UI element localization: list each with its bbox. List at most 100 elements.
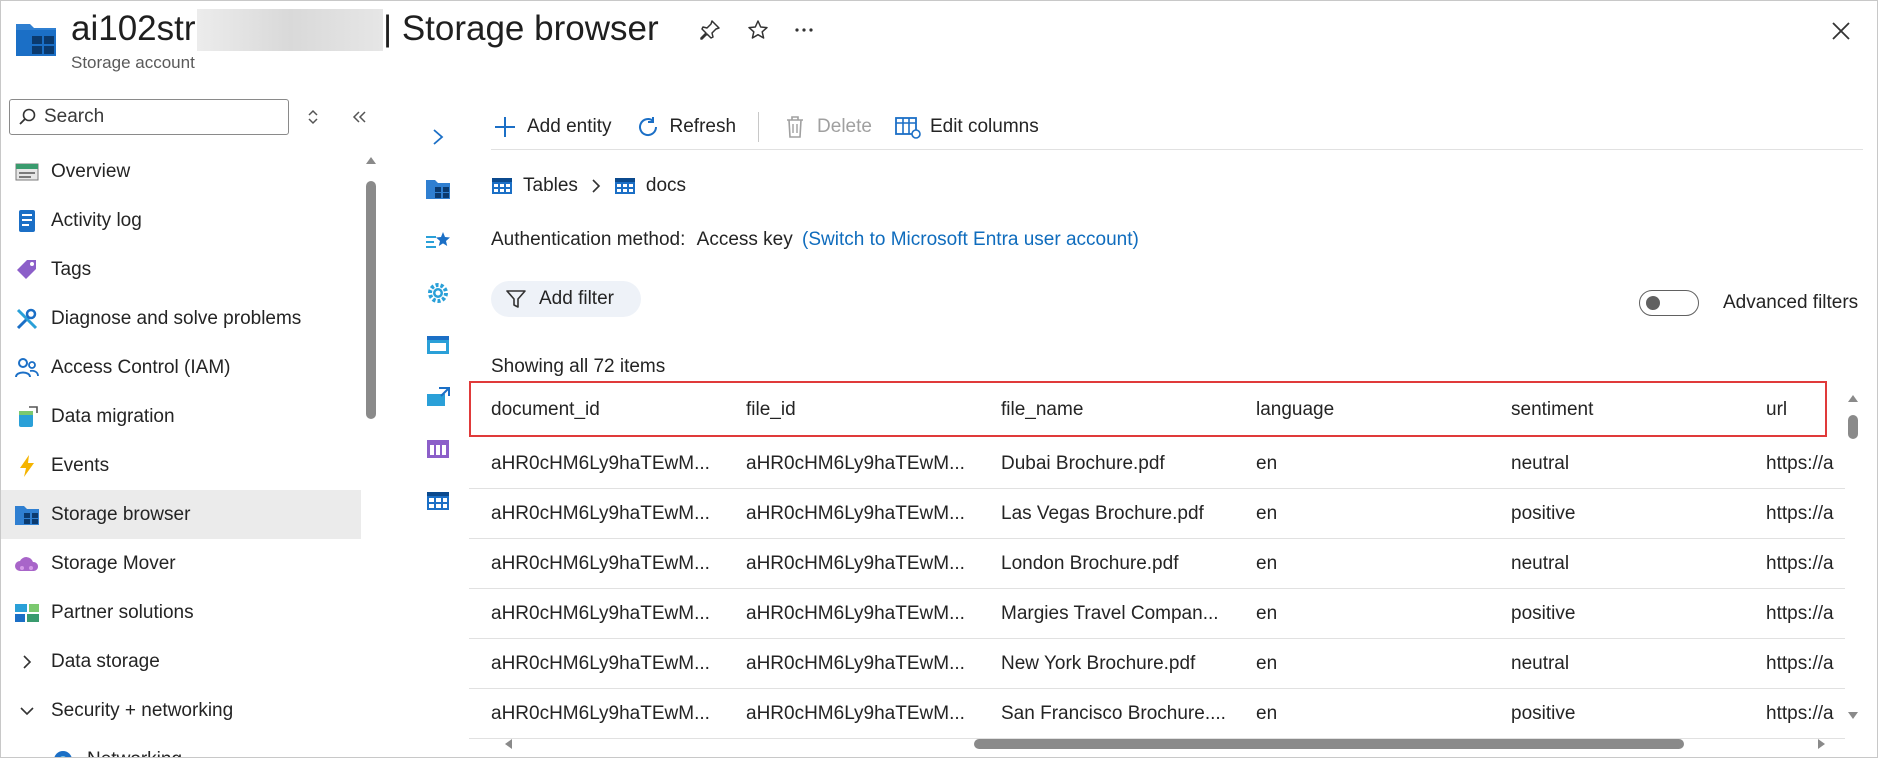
chevron-right-icon [590,177,602,195]
cloud-icon [13,551,41,577]
table-cell: https://a [1766,652,1834,674]
sidebar-group-security-networking[interactable]: Security + networking [1,686,361,735]
plus-icon [491,113,519,141]
table-cell: London Brochure.pdf [1001,552,1179,574]
collapse-sidebar-button[interactable] [345,103,373,131]
sidebar-item-storage-mover[interactable]: Storage Mover [1,539,361,588]
switch-auth-link[interactable]: (Switch to Microsoft Entra user account) [802,229,1139,250]
sidebar-item-activity-log[interactable]: Activity log [1,196,361,245]
advanced-filters-toggle[interactable] [1639,290,1699,316]
expand-tree-button[interactable] [419,111,457,163]
refresh-icon [634,113,662,141]
chevron-right-icon [433,129,444,145]
more-button[interactable] [787,13,821,47]
trash-icon [781,113,809,141]
table-horizontal-scrollbar[interactable] [499,735,1839,753]
storage-browser-window: ai102str | Storage browser Storage accou… [0,0,1878,758]
toggle-knob [1646,296,1660,310]
sidebar-scrollbar-thumb[interactable] [366,181,376,419]
blade-header: ai102str | Storage browser Storage accou… [1,1,1877,83]
sidebar-item-partner-solutions[interactable]: Partner solutions [1,588,361,637]
auth-method-value: Access key [696,229,793,250]
edit-columns-button[interactable]: Edit columns [894,113,1039,141]
networking-icon [49,747,77,757]
sidebar-item-storage-browser[interactable]: Storage browser [1,490,361,539]
table-cell: https://a [1766,702,1834,724]
table-icon [427,492,449,510]
edit-columns-icon [894,113,922,141]
table-cell: en [1256,552,1278,574]
scroll-up-arrow-icon [366,157,376,164]
sidebar-item-label: Events [51,454,110,476]
table-cell: aHR0cHM6Ly9haTEwM... [491,652,710,674]
blob-containers-tree-button[interactable] [419,319,457,371]
sort-button[interactable] [299,103,327,131]
table-horizontal-scrollbar-thumb[interactable] [974,739,1684,749]
table-cell: aHR0cHM6Ly9haTEwM... [746,502,965,524]
table-cell: neutral [1511,452,1570,474]
settings-tree-button[interactable] [419,267,457,319]
refresh-button[interactable]: Refresh [634,113,737,141]
sidebar-item-label: Partner solutions [51,601,194,623]
add-entity-label: Add entity [527,116,612,137]
sidebar-scrollbar[interactable] [363,155,379,757]
sidebar-item-overview[interactable]: Overview [1,147,361,196]
toolbar-divider [758,112,760,142]
sidebar-item-data-migration[interactable]: Data migration [1,392,361,441]
scroll-left-arrow-icon [505,739,512,749]
table-vertical-scrollbar-thumb[interactable] [1848,415,1858,439]
scroll-down-arrow-icon [1848,712,1858,719]
auth-method-label: Authentication method: [491,229,686,250]
sidebar-item-diagnose[interactable]: Diagnose and solve problems [1,294,361,343]
file-shares-tree-button[interactable] [419,371,457,423]
table-cell: aHR0cHM6Ly9haTEwM... [491,502,710,524]
table-cell: en [1256,702,1278,724]
table-row[interactable]: aHR0cHM6Ly9haTEwM... aHR0cHM6Ly9haTEwM..… [469,689,1845,739]
sidebar-item-tags[interactable]: Tags [1,245,361,294]
table-cell: positive [1511,702,1576,724]
scroll-right-arrow-icon [1818,739,1825,749]
table-cell: en [1256,502,1278,524]
favorite-button[interactable] [741,13,775,47]
sidebar-item-events[interactable]: Events [1,441,361,490]
table-row[interactable]: aHR0cHM6Ly9haTEwM... aHR0cHM6Ly9haTEwM..… [469,489,1845,539]
scroll-up-arrow-icon [1848,395,1858,402]
storage-account-icon [15,21,57,57]
table-row[interactable]: aHR0cHM6Ly9haTEwM... aHR0cHM6Ly9haTEwM..… [469,439,1845,489]
queues-tree-button[interactable] [419,423,457,475]
table-cell: https://a [1766,502,1834,524]
filter-icon [505,288,527,310]
entities-table: document_id file_id file_name language s… [469,381,1845,741]
sidebar-item-networking[interactable]: Networking [1,735,361,757]
edit-columns-label: Edit columns [929,116,1039,137]
double-chevron-left-icon [352,111,366,123]
queue-icon [427,440,449,458]
storage-account-tree-button[interactable] [419,163,457,215]
favorites-tree-button[interactable] [419,215,457,267]
add-filter-button[interactable]: Add filter [491,281,641,317]
close-button[interactable] [1821,11,1861,51]
search-input[interactable] [44,106,264,128]
table-cell: neutral [1511,652,1570,674]
table-cell: aHR0cHM6Ly9haTEwM... [491,452,710,474]
refresh-label: Refresh [669,116,737,137]
table-row[interactable]: aHR0cHM6Ly9haTEwM... aHR0cHM6Ly9haTEwM..… [469,639,1845,689]
advanced-filters-label: Advanced filters [1723,292,1859,313]
sidebar-item-iam[interactable]: Access Control (IAM) [1,343,361,392]
add-entity-button[interactable]: Add entity [491,113,612,141]
table-vertical-scrollbar[interactable] [1843,389,1863,729]
table-row[interactable]: aHR0cHM6Ly9haTEwM... aHR0cHM6Ly9haTEwM..… [469,539,1845,589]
auth-method: Authentication method: Access key (Switc… [491,229,1139,251]
chevron-up-down-icon [308,109,318,125]
redacted-name [197,9,383,51]
tree-icon-strip [419,111,457,527]
tables-tree-button[interactable] [419,475,457,527]
table-row[interactable]: aHR0cHM6Ly9haTEwM... aHR0cHM6Ly9haTEwM..… [469,589,1845,639]
table-cell: aHR0cHM6Ly9haTEwM... [491,602,710,624]
table-cell: San Francisco Brochure.... [1001,702,1226,724]
pin-button[interactable] [693,13,727,47]
delete-button[interactable]: Delete [781,113,872,141]
breadcrumb-tables-link[interactable]: Tables [523,175,578,197]
sidebar-search[interactable] [9,99,289,135]
sidebar-group-data-storage[interactable]: Data storage [1,637,361,686]
